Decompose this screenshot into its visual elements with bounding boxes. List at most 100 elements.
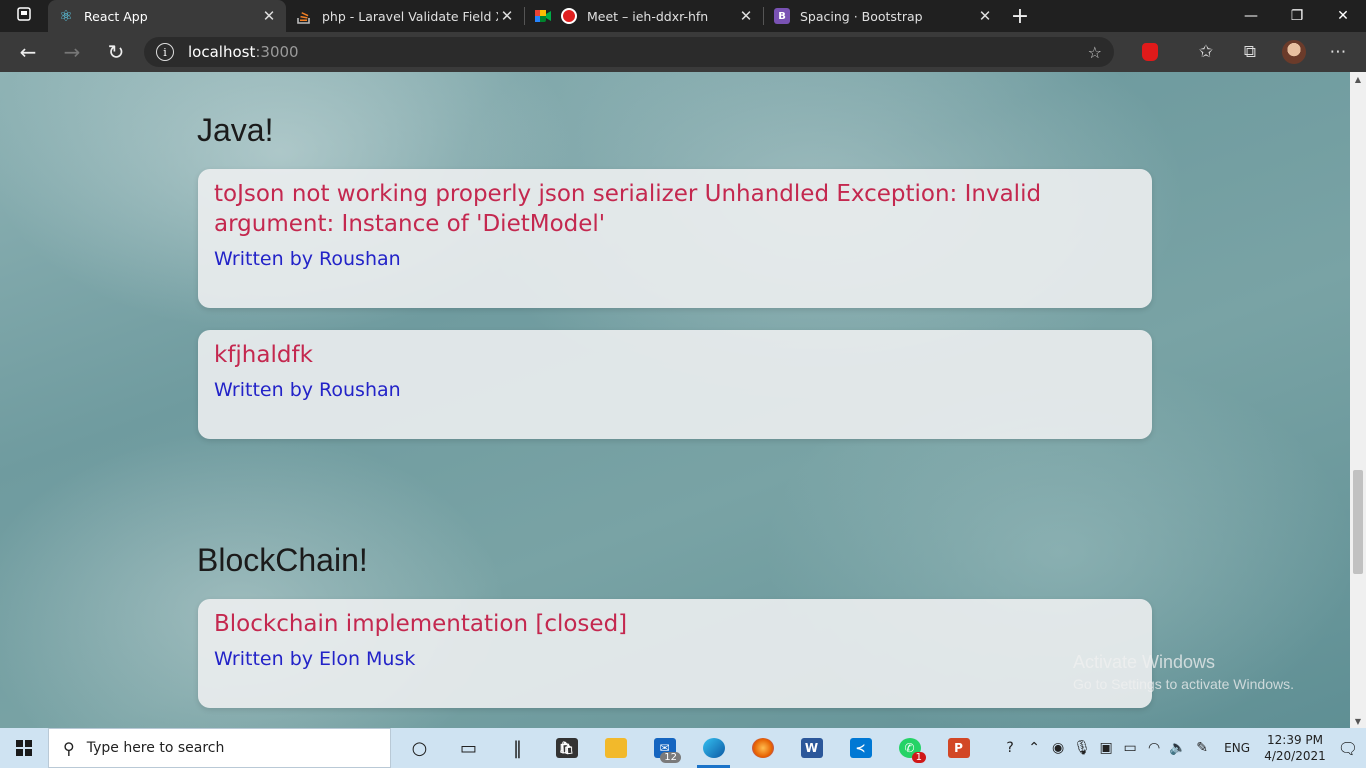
restore-icon: ❐	[1290, 8, 1304, 24]
collections-button[interactable]: ⧉	[1228, 32, 1272, 72]
question-author: Written by Roushan	[214, 248, 401, 270]
section-heading-java: Java!	[197, 112, 274, 148]
webcam-icon[interactable]: ◉	[1046, 740, 1070, 756]
profile-button[interactable]	[1272, 32, 1316, 72]
tab-title: Spacing · Bootstrap	[800, 8, 923, 24]
favorites-icon: ✩	[1198, 42, 1214, 62]
clock-date: 4/20/2021	[1264, 749, 1326, 763]
vscode-icon: ≺	[849, 738, 872, 758]
add-favorite-icon[interactable]: ☆	[1088, 43, 1102, 62]
react-icon: ⚛	[59, 7, 73, 25]
powerpoint-icon: P	[947, 738, 970, 758]
close-icon: ✕	[1337, 8, 1349, 24]
task-view-button[interactable]: ▭	[444, 728, 493, 768]
favorites-button[interactable]: ✩	[1184, 32, 1228, 72]
scroll-down-icon[interactable]: ▼	[1350, 714, 1366, 728]
collections-icon: ⧉	[1243, 42, 1257, 62]
language-indicator[interactable]: ENG	[1224, 741, 1250, 755]
clock[interactable]: 12:39 PM 4/20/2021	[1260, 732, 1330, 764]
site-info-icon[interactable]: i	[156, 43, 174, 61]
display-icon[interactable]: ▣	[1094, 740, 1118, 756]
taskbar-apps: ○ ▭ ‖ 🛍 ✉ 12 W ≺ ✆ 1 P	[395, 728, 983, 768]
address-bar[interactable]: i localhost:3000 ☆	[144, 37, 1114, 67]
forward-arrow-icon: →	[63, 40, 81, 64]
back-arrow-icon: ←	[19, 40, 37, 64]
taskbar-search[interactable]: ⚲ Type here to search	[48, 728, 391, 768]
close-tab-icon[interactable]: ✕	[260, 7, 278, 25]
volume-icon[interactable]: 🔈	[1166, 740, 1190, 756]
close-window-button[interactable]: ✕	[1320, 0, 1366, 32]
system-tray: ? ⌃ ◉ 🎙 ▣ ▭ ◠ 🔈 ✎ ENG 12:39 PM 4/20/2021…	[998, 728, 1366, 768]
page-viewport: Java! toJson not working properly json s…	[0, 72, 1350, 728]
mail-button[interactable]: ✉ 12	[640, 728, 689, 768]
refresh-button[interactable]: ↻	[94, 32, 138, 72]
folder-icon	[604, 738, 627, 758]
question-card[interactable]: Blockchain implementation [closed] Writt…	[198, 599, 1152, 708]
tab-react-app[interactable]: ⚛ React App ✕	[48, 0, 286, 32]
question-title[interactable]: toJson not working properly json seriali…	[214, 179, 1136, 239]
tab-bootstrap[interactable]: B Spacing · Bootstrap ✕	[764, 0, 1002, 32]
mail-badge: 12	[660, 752, 681, 763]
address-port: :3000	[255, 43, 299, 61]
tab-bar: ⚛ React App ✕ php - Laravel Validate Fie…	[0, 0, 1366, 32]
scroll-up-icon[interactable]: ▲	[1350, 72, 1366, 86]
refresh-icon: ↻	[107, 40, 125, 64]
question-card[interactable]: kfjhaldfk Written by Roushan	[198, 330, 1152, 439]
extension-button[interactable]	[1128, 32, 1172, 72]
pen-icon[interactable]: ✎	[1190, 740, 1214, 756]
tab-google-meet[interactable]: Meet – ieh-ddxr-hfn ✕	[525, 0, 763, 32]
restore-button[interactable]: ❐	[1274, 0, 1320, 32]
close-tab-icon[interactable]: ✕	[737, 7, 755, 25]
address-host: localhost	[188, 43, 256, 61]
scrollbar-thumb[interactable]	[1353, 470, 1363, 574]
word-button[interactable]: W	[787, 728, 836, 768]
tab-actions-icon	[16, 6, 32, 26]
edge-icon	[702, 738, 725, 758]
widgets-button[interactable]: ‖	[493, 728, 542, 768]
vscode-button[interactable]: ≺	[836, 728, 885, 768]
battery-icon[interactable]: ▭	[1118, 740, 1142, 756]
notification-center-button[interactable]: 🗨	[1330, 739, 1366, 758]
avatar	[1282, 40, 1306, 64]
store-icon: 🛍	[555, 738, 578, 758]
divider-bars-icon: ‖	[513, 737, 522, 759]
wifi-icon[interactable]: ◠	[1142, 740, 1166, 756]
recording-icon	[561, 8, 577, 24]
show-hidden-icons-icon[interactable]: ⌃	[1022, 740, 1046, 756]
tab-stackoverflow[interactable]: php - Laravel Validate Field X if F ✕	[286, 0, 524, 32]
store-button[interactable]: 🛍	[542, 728, 591, 768]
edge-button[interactable]	[689, 728, 738, 768]
word-icon: W	[800, 738, 823, 758]
clock-time: 12:39 PM	[1267, 733, 1323, 747]
new-tab-button[interactable]: +	[1002, 4, 1038, 29]
close-tab-icon[interactable]: ✕	[976, 7, 994, 25]
file-explorer-button[interactable]	[591, 728, 640, 768]
question-author: Written by Elon Musk	[214, 648, 416, 670]
activate-windows-title: Activate Windows	[1073, 652, 1216, 672]
activate-windows-subtitle: Go to Settings to activate Windows.	[1073, 676, 1294, 692]
task-view-icon: ▭	[459, 737, 477, 759]
forward-button[interactable]: →	[50, 32, 94, 72]
page-scrollbar[interactable]: ▲ ▼	[1350, 72, 1366, 728]
close-tab-icon[interactable]: ✕	[498, 7, 516, 25]
settings-menu-button[interactable]: ⋯	[1316, 32, 1360, 72]
back-button[interactable]: ←	[6, 32, 50, 72]
start-button[interactable]	[0, 728, 48, 768]
firefox-icon	[751, 738, 774, 758]
tab-title: php - Laravel Validate Field X if F	[322, 8, 498, 24]
question-title[interactable]: kfjhaldfk	[214, 340, 1136, 370]
powerpoint-button[interactable]: P	[934, 728, 983, 768]
tab-actions-button[interactable]	[0, 0, 48, 32]
firefox-button[interactable]	[738, 728, 787, 768]
search-placeholder: Type here to search	[86, 740, 225, 756]
question-card[interactable]: toJson not working properly json seriali…	[198, 169, 1152, 308]
microphone-icon[interactable]: 🎙	[1070, 740, 1094, 756]
minimize-button[interactable]: —	[1228, 0, 1274, 32]
cortana-button[interactable]: ○	[395, 728, 444, 768]
window-controls: — ❐ ✕	[1228, 0, 1366, 32]
help-icon[interactable]: ?	[998, 740, 1022, 756]
section-heading-blockchain: BlockChain!	[197, 542, 368, 578]
question-title[interactable]: Blockchain implementation [closed]	[214, 609, 1136, 639]
whatsapp-button[interactable]: ✆ 1	[885, 728, 934, 768]
tab-title: React App	[84, 8, 148, 24]
